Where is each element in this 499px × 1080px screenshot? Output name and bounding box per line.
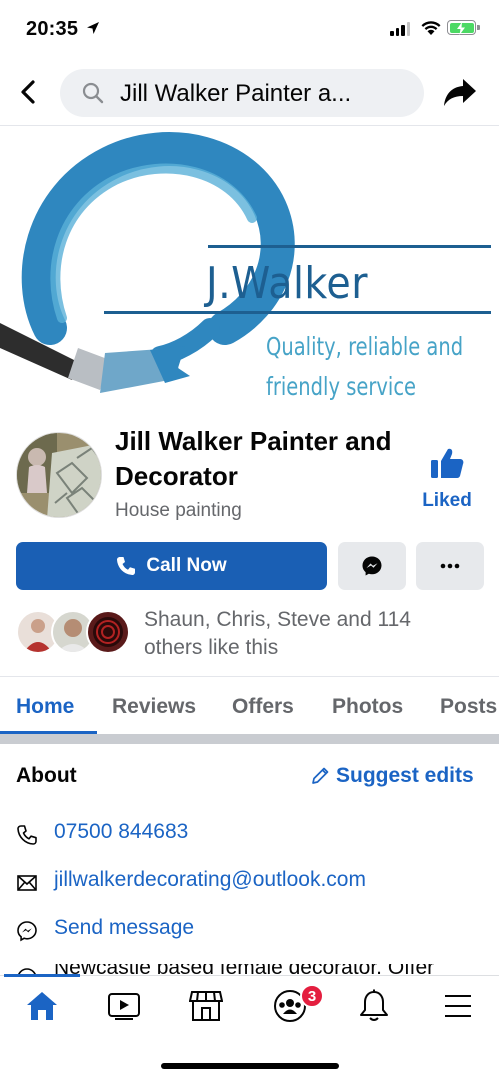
signal-icon xyxy=(390,21,410,36)
more-dots-icon xyxy=(440,563,460,569)
cover-photo[interactable]: J.Walker Quality, reliable and friendly … xyxy=(0,128,499,410)
pencil-icon xyxy=(312,767,329,784)
send-message-row[interactable]: Send message xyxy=(16,916,486,946)
send-message-link: Send message xyxy=(54,916,195,939)
home-tab[interactable] xyxy=(12,986,72,1026)
marketplace-icon xyxy=(189,991,223,1021)
more-options-button[interactable] xyxy=(416,542,484,590)
friend-avatars[interactable] xyxy=(16,610,131,656)
page-tabs: Home Reviews Offers Photos Posts xyxy=(0,676,499,734)
search-bar[interactable]: Jill Walker Painter a... xyxy=(60,69,424,117)
page-category: House painting xyxy=(115,500,242,521)
wifi-icon xyxy=(421,21,441,35)
friend-avatar xyxy=(86,610,130,654)
section-divider xyxy=(0,734,499,744)
call-now-label: Call Now xyxy=(146,555,227,576)
home-icon xyxy=(27,992,57,1020)
home-indicator xyxy=(161,1063,339,1069)
share-button[interactable] xyxy=(442,74,482,114)
liked-button[interactable]: Liked xyxy=(410,446,484,516)
phone-number: 07500 844683 xyxy=(54,820,189,843)
messenger-icon xyxy=(362,556,382,576)
liked-label: Liked xyxy=(422,490,472,511)
suggest-edits-link[interactable]: Suggest edits xyxy=(310,764,474,788)
call-now-button[interactable]: Call Now xyxy=(16,542,327,590)
messenger-button[interactable] xyxy=(338,542,406,590)
share-icon xyxy=(444,79,476,106)
messenger-icon xyxy=(17,921,37,942)
phone-row[interactable]: 07500 844683 xyxy=(16,820,486,850)
email-row[interactable]: jillwalkerdecorating@outlook.com xyxy=(16,868,486,898)
menu-icon xyxy=(445,995,471,1017)
about-title: About xyxy=(16,764,77,787)
envelope-icon xyxy=(17,875,37,891)
search-text: Jill Walker Painter a... xyxy=(120,80,352,107)
watch-tab[interactable] xyxy=(94,986,154,1026)
location-arrow-icon xyxy=(87,22,99,34)
cover-tagline-line2: friendly service xyxy=(266,372,417,401)
top-nav-bar: Jill Walker Painter a... xyxy=(0,60,499,126)
thumbs-up-icon xyxy=(431,448,464,478)
phone-icon xyxy=(17,825,37,845)
suggest-edits-label: Suggest edits xyxy=(336,764,474,787)
phone-icon xyxy=(117,557,136,575)
back-button[interactable] xyxy=(12,76,44,108)
likes-summary[interactable]: Shaun, Chris, Steve and 114 others like … xyxy=(144,606,474,662)
marketplace-tab[interactable] xyxy=(176,986,236,1026)
cover-brand-text: J.Walker xyxy=(206,258,368,309)
groups-notification-badge: 3 xyxy=(300,984,324,1008)
active-tab-indicator xyxy=(4,974,80,977)
email-address: jillwalkerdecorating@outlook.com xyxy=(54,868,366,891)
tab-posts[interactable]: Posts xyxy=(440,695,497,719)
tab-offers[interactable]: Offers xyxy=(232,695,294,719)
page-name: Jill Walker Painter and Decorator xyxy=(115,426,392,491)
tab-home[interactable]: Home xyxy=(16,695,74,719)
menu-tab[interactable] xyxy=(428,986,488,1026)
status-bar: 20:35 xyxy=(0,0,499,56)
notifications-tab[interactable] xyxy=(344,986,404,1026)
status-time: 20:35 xyxy=(26,18,79,40)
profile-picture[interactable] xyxy=(16,432,102,518)
search-icon xyxy=(82,82,104,104)
tab-photos[interactable]: Photos xyxy=(332,695,403,719)
back-icon xyxy=(21,80,35,104)
watch-icon xyxy=(108,993,140,1020)
battery-icon xyxy=(447,20,476,35)
tab-reviews[interactable]: Reviews xyxy=(112,695,196,719)
bell-icon xyxy=(360,989,388,1021)
cover-tagline-line1: Quality, reliable and xyxy=(266,332,464,361)
battery-cap xyxy=(477,25,480,30)
